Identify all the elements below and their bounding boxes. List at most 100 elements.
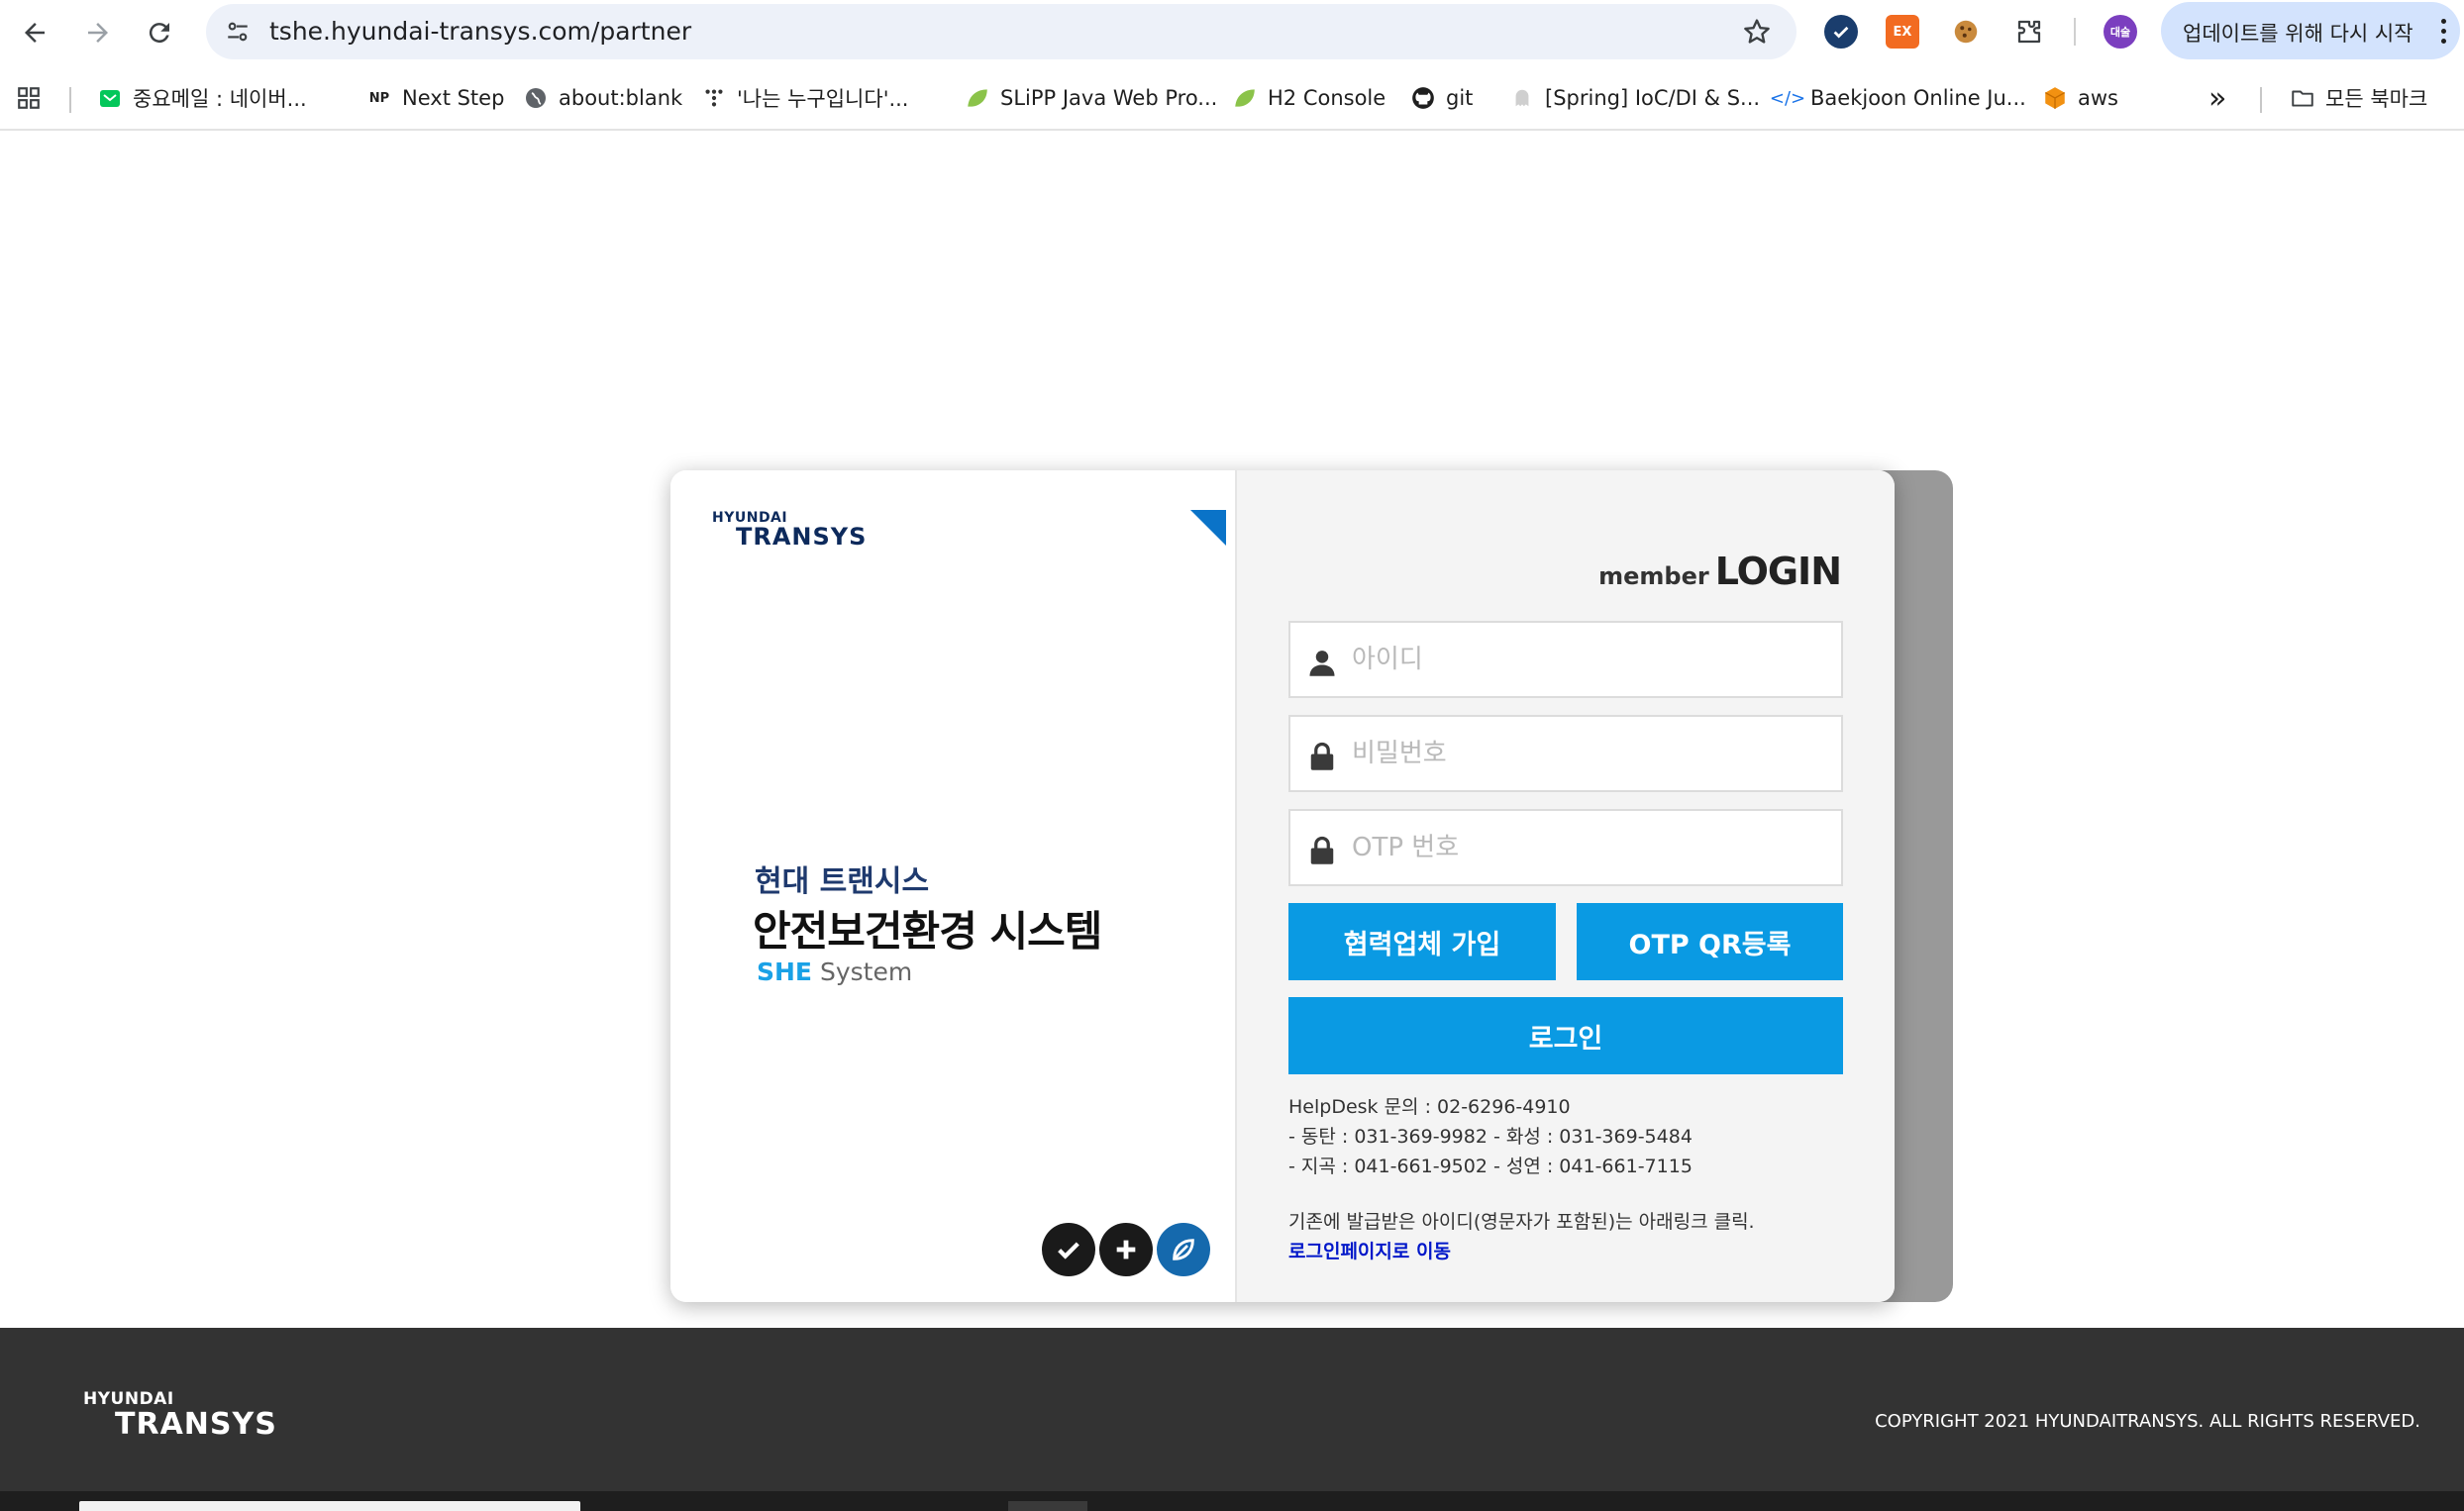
helpdesk-line: - 동탄 : 031-369-9982 - 화성 : 031-369-5484 <box>1288 1126 1693 1148</box>
bookmarks-bar: 중요메일 : 네이버... NP Next Step about:blank '… <box>0 65 2464 131</box>
profile-avatar[interactable]: 대술 <box>2104 15 2137 49</box>
user-icon <box>1306 645 1338 680</box>
reload-button[interactable] <box>141 14 178 51</box>
bookmarks-divider <box>2260 87 2262 113</box>
bookmark-item[interactable]: [Spring] IoC/DI & S... <box>1509 79 1760 117</box>
bookmark-item[interactable]: 중요메일 : 네이버... <box>97 79 307 117</box>
apps-grid-icon <box>16 85 42 111</box>
bookmark-label: H2 Console <box>1268 86 1386 110</box>
bookmark-item[interactable]: SLiPP Java Web Pro... <box>965 79 1217 117</box>
footer-logo: HYUNDAI TRANSYS <box>83 1389 277 1442</box>
check-extension-icon[interactable] <box>1824 15 1858 49</box>
footer-logo-top-text: HYUNDAI <box>83 1389 174 1409</box>
hyundai-transys-logo: HYUNDAI TRANSYS <box>712 510 867 551</box>
bookmark-label: Baekjoon Online Ju... <box>1810 86 2026 110</box>
dots-icon <box>701 85 727 111</box>
she-label: SHE <box>757 957 813 986</box>
url-text[interactable]: tshe.hyundai-transys.com/partner <box>269 17 691 46</box>
bookmark-label: [Spring] IoC/DI & S... <box>1545 86 1761 110</box>
kebab-menu-icon[interactable] <box>2438 16 2448 46</box>
os-taskbar <box>0 1491 2464 1511</box>
all-bookmarks-label: 모든 북마크 <box>2325 87 2428 111</box>
footer-logo-main-text: TRANSYS <box>115 1407 277 1442</box>
password-input[interactable] <box>1352 717 1827 790</box>
overflow-chevron-icon: » <box>2208 80 2227 116</box>
hero-title: 안전보건환경 시스템 <box>753 907 1102 956</box>
reload-icon <box>149 23 169 44</box>
puzzle-extension-icon[interactable] <box>2012 15 2046 49</box>
ex-extension-label: EX <box>1893 24 1912 40</box>
bookmark-label: Next Step <box>402 86 505 110</box>
bookmark-item[interactable]: H2 Console <box>1232 79 1386 117</box>
taskbar-window-preview[interactable] <box>79 1501 580 1511</box>
bookmark-item[interactable]: about:blank <box>523 79 682 117</box>
taskbar-item[interactable] <box>1008 1501 1087 1511</box>
site-info-icon[interactable] <box>222 16 254 48</box>
folder-icon <box>2290 85 2315 111</box>
globe-icon <box>523 85 549 111</box>
np-icon: NP <box>368 90 390 106</box>
legacy-login-link[interactable]: 로그인페이지로 이동 <box>1288 1237 1755 1266</box>
bookmarks-overflow-button[interactable]: » <box>2208 79 2226 117</box>
otp-input[interactable] <box>1352 811 1827 884</box>
naver-mail-icon <box>97 85 123 111</box>
bookmark-star-icon[interactable] <box>1741 16 1775 50</box>
back-button[interactable] <box>16 14 53 51</box>
id-field[interactable] <box>1288 621 1843 698</box>
bookmark-label: git <box>1446 86 1474 110</box>
hero-subtitle: 현대 트랜시스 <box>755 864 930 899</box>
browser-toolbar: tshe.hyundai-transys.com/partner EX 대술 업… <box>0 0 2464 65</box>
check-badge-icon <box>1042 1223 1095 1276</box>
bookmarks-divider <box>69 87 71 113</box>
id-input[interactable] <box>1352 623 1827 696</box>
cookie-extension-icon[interactable] <box>1949 15 1983 49</box>
bookmark-label: about:blank <box>559 86 683 110</box>
back-arrow-icon <box>25 23 45 43</box>
login-heading-member: member <box>1598 562 1709 590</box>
helpdesk-line: - 지곡 : 041-661-9502 - 성연 : 041-661-7115 <box>1288 1156 1693 1177</box>
bookmark-item[interactable]: git <box>1410 79 1473 117</box>
plus-badge-icon <box>1099 1223 1153 1276</box>
bookmark-item[interactable]: NP Next Step <box>366 79 505 117</box>
forward-button[interactable] <box>79 14 117 51</box>
login-heading: member LOGIN <box>1598 550 1842 593</box>
site-footer: HYUNDAI TRANSYS COPYRIGHT 2021 HYUNDAITR… <box>0 1328 2464 1491</box>
helpdesk-info: HelpDesk 문의 : 02-6296-4910 - 동탄 : 031-36… <box>1288 1092 1693 1181</box>
password-field[interactable] <box>1288 715 1843 792</box>
login-panel: member LOGIN 협력업체 가 <box>1237 470 1895 1302</box>
update-restart-button[interactable]: 업데이트를 위해 다시 시작 <box>2161 2 2460 59</box>
otp-qr-register-button[interactable]: OTP QR등록 <box>1577 903 1843 980</box>
logo-main-text: TRANSYS <box>736 523 868 551</box>
leaf-badge-icon <box>1157 1223 1210 1276</box>
ex-extension-icon[interactable]: EX <box>1886 15 1919 49</box>
leaf-icon <box>965 85 990 111</box>
otp-field[interactable] <box>1288 809 1843 886</box>
address-bar[interactable]: tshe.hyundai-transys.com/partner <box>206 4 1797 59</box>
hero-tagline: SHE System <box>757 957 912 986</box>
lock-icon <box>1306 739 1338 774</box>
bookmark-label: '나는 누구입니다'... <box>737 87 909 111</box>
bookmark-item[interactable]: </> Baekjoon Online Ju... <box>1770 79 2026 117</box>
system-label: System <box>819 957 913 986</box>
page-content: HYUNDAI TRANSYS 현대 트랜시스 안전보건환경 시스템 SHE S… <box>0 131 2464 1511</box>
helpdesk-line: HelpDesk 문의 : 02-6296-4910 <box>1288 1096 1571 1118</box>
all-bookmarks-button[interactable]: 모든 북마크 <box>2290 79 2427 117</box>
login-button[interactable]: 로그인 <box>1288 997 1843 1074</box>
cube-icon <box>2042 85 2068 111</box>
branding-panel: HYUNDAI TRANSYS 현대 트랜시스 안전보건환경 시스템 SHE S… <box>670 470 1237 1302</box>
bookmark-label: SLiPP Java Web Pro... <box>1000 86 1218 110</box>
login-heading-login: LOGIN <box>1714 550 1842 593</box>
login-card: HYUNDAI TRANSYS 현대 트랜시스 안전보건환경 시스템 SHE S… <box>670 470 1895 1302</box>
partner-join-button[interactable]: 협력업체 가입 <box>1288 903 1556 980</box>
copyright-text: COPYRIGHT 2021 HYUNDAITRANSYS. ALL RIGHT… <box>1875 1411 2420 1432</box>
ghost-icon <box>1509 85 1535 111</box>
bookmark-label: 중요메일 : 네이버... <box>133 87 307 111</box>
bookmark-label: aws <box>2078 86 2118 110</box>
apps-grid-button[interactable] <box>16 79 42 117</box>
update-label: 업데이트를 위해 다시 시작 <box>2183 22 2413 46</box>
bookmark-item[interactable]: aws <box>2042 79 2118 117</box>
lock-icon <box>1306 833 1338 868</box>
corner-flag-icon <box>1190 510 1226 546</box>
legacy-login-text: 기존에 발급받은 아이디(영문자가 포함된)는 아래링크 클릭. <box>1288 1211 1755 1233</box>
bookmark-item[interactable]: '나는 누구입니다'... <box>701 79 909 117</box>
